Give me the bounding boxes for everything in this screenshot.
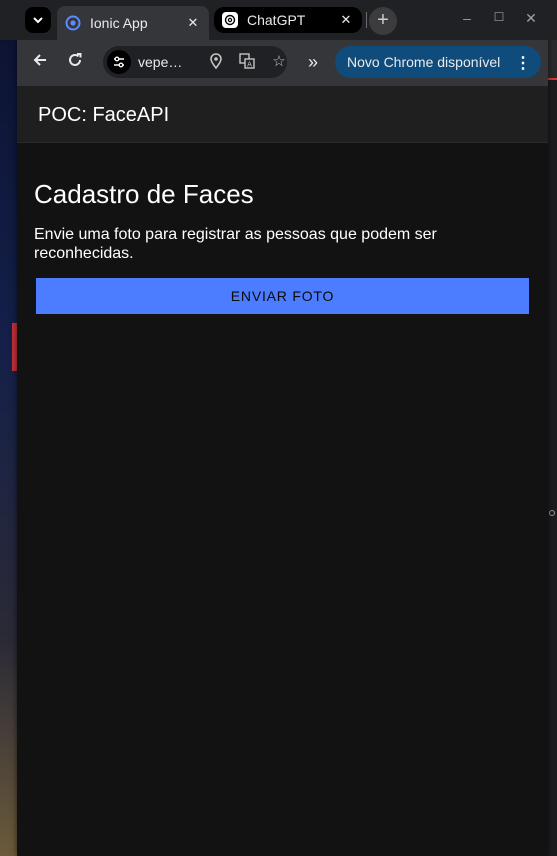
- close-icon[interactable]: ✕: [338, 12, 354, 28]
- translate-icon[interactable]: A: [238, 53, 256, 71]
- star-icon[interactable]: ☆: [270, 53, 288, 71]
- arrow-left-icon: [33, 54, 46, 66]
- tab-strip: Ionic App ✕ ChatGPT ✕ + – ☐ ✕: [0, 0, 557, 40]
- reload-button[interactable]: [65, 52, 85, 72]
- tab-search-button[interactable]: [25, 7, 51, 33]
- send-photo-button[interactable]: ENVIAR FOTO: [36, 278, 529, 314]
- chatgpt-icon: [222, 12, 238, 28]
- browser-toolbar: vepe… A ☆ » Novo Chrome disponível ⋮: [17, 40, 548, 86]
- location-icon[interactable]: [207, 53, 225, 71]
- tab-separator: [366, 12, 367, 28]
- tab-ionic-app[interactable]: Ionic App ✕: [57, 6, 209, 40]
- browser-window: Ionic App ✕ ChatGPT ✕ + – ☐ ✕ vepe… A ☆ …: [0, 0, 557, 856]
- background-window-tab: [547, 40, 557, 80]
- maximize-button[interactable]: ☐: [489, 10, 509, 24]
- section-heading: Cadastro de Faces: [34, 179, 254, 209]
- chrome-update-button[interactable]: Novo Chrome disponível ⋮: [335, 46, 541, 78]
- background-window-control: [549, 510, 555, 516]
- tab-title: ChatGPT: [247, 12, 306, 28]
- new-tab-button[interactable]: +: [369, 7, 397, 35]
- address-bar[interactable]: vepe… A ☆: [103, 46, 287, 78]
- minimize-button[interactable]: –: [457, 10, 477, 26]
- chevron-down-icon: [33, 17, 43, 24]
- tab-title: Ionic App: [90, 15, 148, 31]
- close-window-button[interactable]: ✕: [521, 10, 541, 27]
- page-title: POC: FaceAPI: [38, 104, 170, 126]
- reload-icon: [69, 53, 82, 66]
- main-content: Cadastro de Faces Envie uma foto para re…: [17, 143, 548, 856]
- svg-text:A: A: [247, 61, 252, 69]
- background-window: [547, 40, 557, 856]
- extensions-overflow-icon[interactable]: »: [303, 52, 323, 72]
- back-button[interactable]: [30, 52, 50, 72]
- tab-chatgpt[interactable]: ChatGPT ✕: [214, 7, 362, 33]
- ionic-icon: [65, 15, 81, 31]
- section-description: Envie uma foto para registrar as pessoas…: [34, 226, 437, 262]
- update-label: Novo Chrome disponível: [347, 54, 501, 70]
- site-info-icon[interactable]: [107, 50, 131, 74]
- app-header: POC: FaceAPI: [17, 86, 548, 143]
- more-menu-icon[interactable]: ⋮: [515, 53, 531, 73]
- url-text: vepe…: [138, 54, 183, 70]
- close-icon[interactable]: ✕: [185, 15, 201, 31]
